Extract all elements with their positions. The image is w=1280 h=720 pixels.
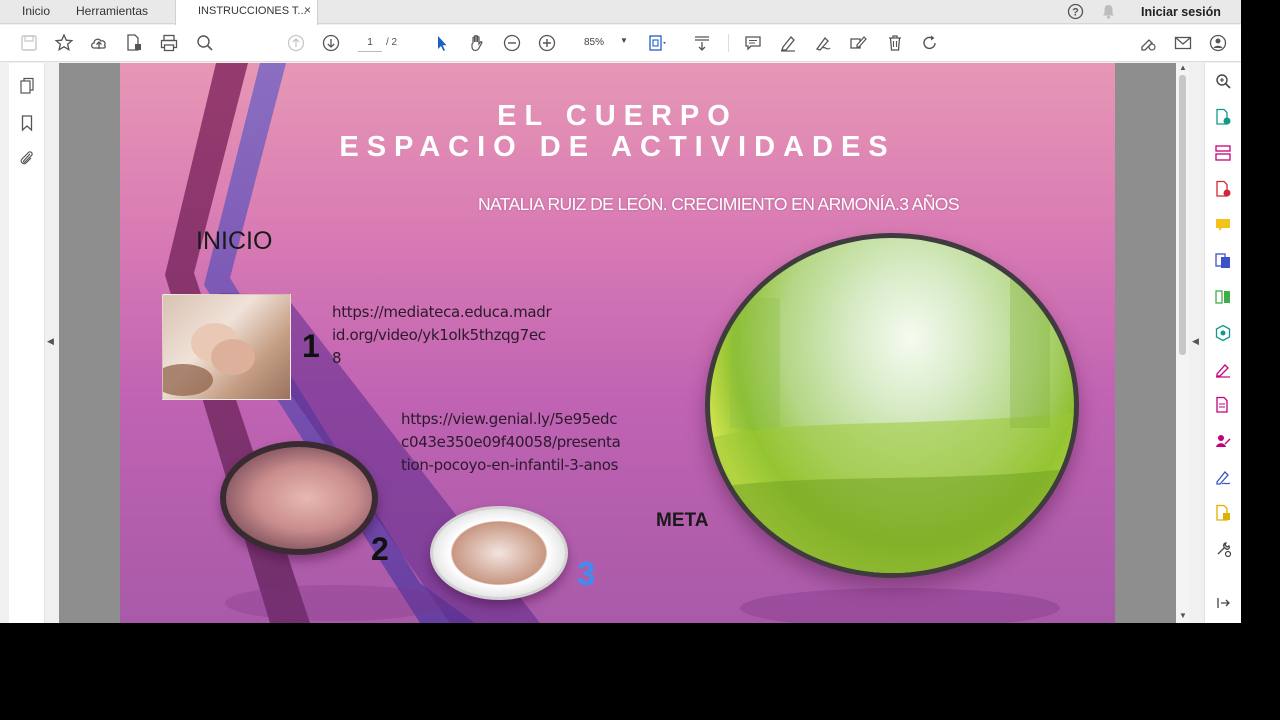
vertical-scrollbar[interactable]: ▲ ▼ <box>1176 63 1189 623</box>
comment-icon[interactable] <box>743 33 763 53</box>
edit-pdf-icon[interactable] <box>1214 396 1232 414</box>
left-navigation-rail <box>9 63 45 623</box>
cloud-upload-icon[interactable] <box>89 33 109 53</box>
slide-title: EL CUERPO ESPACIO DE ACTIVIDADES <box>120 101 1115 163</box>
select-cursor-icon[interactable] <box>432 33 452 53</box>
slide-page: EL CUERPO ESPACIO DE ACTIVIDADES NATALIA… <box>120 63 1115 623</box>
compare-files-icon[interactable] <box>1214 288 1232 306</box>
scroll-mode-icon[interactable] <box>692 33 712 53</box>
highlight-pen-icon[interactable] <box>778 33 798 53</box>
pdf-reader-window: Inicio Herramientas INSTRUCCIONES T... ×… <box>0 0 1241 623</box>
send-review-icon[interactable] <box>1214 504 1232 522</box>
page-total-label: / 2 <box>386 37 398 48</box>
hand-tool-icon[interactable] <box>467 33 487 53</box>
more-tools-icon[interactable] <box>1214 540 1232 558</box>
zoom-level-select[interactable]: 85% ▼ <box>574 34 630 52</box>
page-thumbnails-icon[interactable] <box>18 77 36 95</box>
close-tab-icon[interactable]: × <box>304 3 311 17</box>
notification-bell-icon[interactable] <box>1100 3 1117 20</box>
delete-icon[interactable] <box>885 33 905 53</box>
rotate-icon[interactable] <box>920 33 940 53</box>
sign-in-button[interactable]: Iniciar sesión <box>1141 5 1221 19</box>
step-number-1: 1 <box>302 328 320 364</box>
help-icon[interactable]: ? <box>1067 3 1084 20</box>
menu-bar: Inicio Herramientas INSTRUCCIONES T... ×… <box>0 0 1241 25</box>
scroll-down-icon[interactable]: ▼ <box>1179 611 1187 620</box>
menu-home[interactable]: Inicio <box>22 4 50 18</box>
attachment-icon[interactable] <box>18 149 36 167</box>
bookmark-icon[interactable] <box>18 114 36 132</box>
protect-document-icon[interactable] <box>124 33 144 53</box>
edit-stamp-icon[interactable] <box>848 33 868 53</box>
next-page-icon[interactable] <box>321 33 341 53</box>
expand-panel-icon[interactable] <box>1214 594 1232 612</box>
enhance-scan-icon[interactable] <box>1214 324 1232 342</box>
document-tab-label: INSTRUCCIONES T... <box>198 5 307 17</box>
baby-feet-photo <box>153 294 291 400</box>
menu-tools[interactable]: Herramientas <box>76 4 148 18</box>
draw-icon[interactable] <box>813 33 833 53</box>
organize-pages-icon[interactable] <box>1214 144 1232 162</box>
baby-hands-photo <box>220 441 378 555</box>
fill-sign-icon[interactable] <box>1214 360 1232 378</box>
link-sign-icon[interactable] <box>1138 33 1158 53</box>
mother-child-photo <box>430 506 568 600</box>
document-viewport: EL CUERPO ESPACIO DE ACTIVIDADES NATALIA… <box>59 63 1176 623</box>
zoom-out-icon[interactable] <box>502 33 522 53</box>
slide-title-line2: ESPACIO DE ACTIVIDADES <box>339 131 896 163</box>
combine-files-icon[interactable] <box>1214 252 1232 270</box>
star-icon[interactable] <box>54 33 74 53</box>
email-icon[interactable] <box>1173 33 1193 53</box>
fit-page-icon[interactable] <box>647 33 667 53</box>
step-number-2: 2 <box>371 531 389 567</box>
step-number-3: 3 <box>577 555 596 592</box>
previous-page-icon[interactable] <box>286 33 306 53</box>
page-number-input[interactable] <box>358 34 382 52</box>
export-pdf-icon[interactable] <box>1214 180 1232 198</box>
toolbar: / 2 85% ▼ <box>0 25 1241 62</box>
toolbar-divider <box>728 34 729 52</box>
goal-label: META <box>656 510 709 531</box>
document-tab[interactable]: INSTRUCCIONES T... × <box>175 0 318 25</box>
zoom-level-value: 85% <box>584 37 605 48</box>
share-user-icon[interactable] <box>1208 33 1228 53</box>
slide-title-line1: EL CUERPO <box>497 100 738 132</box>
save-icon[interactable] <box>19 33 39 53</box>
zoom-tool-icon[interactable] <box>1214 72 1232 90</box>
start-label: INICIO <box>196 227 273 255</box>
collapse-right-panel-icon[interactable]: ◀ <box>1192 336 1199 347</box>
sign-pen-icon[interactable] <box>1214 468 1232 486</box>
request-signature-icon[interactable] <box>1214 432 1232 450</box>
link-1[interactable]: https://mediateca.educa.madrid.org/video… <box>332 301 552 370</box>
svg-text:?: ? <box>1072 7 1079 19</box>
collapse-left-panel-icon[interactable]: ◀ <box>47 336 54 347</box>
scroll-thumb[interactable] <box>1179 75 1186 355</box>
create-pdf-icon[interactable] <box>1214 108 1232 126</box>
right-tools-rail <box>1204 63 1241 623</box>
chevron-down-icon: ▼ <box>620 36 628 45</box>
comment-tool-icon[interactable] <box>1214 216 1232 234</box>
search-zoom-icon[interactable] <box>195 33 215 53</box>
link-2[interactable]: https://view.genial.ly/5e95edcc043e350e0… <box>401 408 621 477</box>
slide-subtitle: NATALIA RUIZ DE LEÓN. CRECIMIENTO EN ARM… <box>478 194 960 214</box>
meadow-photo <box>705 233 1079 578</box>
zoom-in-icon[interactable] <box>537 33 557 53</box>
scroll-up-icon[interactable]: ▲ <box>1179 63 1187 72</box>
print-icon[interactable] <box>159 33 179 53</box>
